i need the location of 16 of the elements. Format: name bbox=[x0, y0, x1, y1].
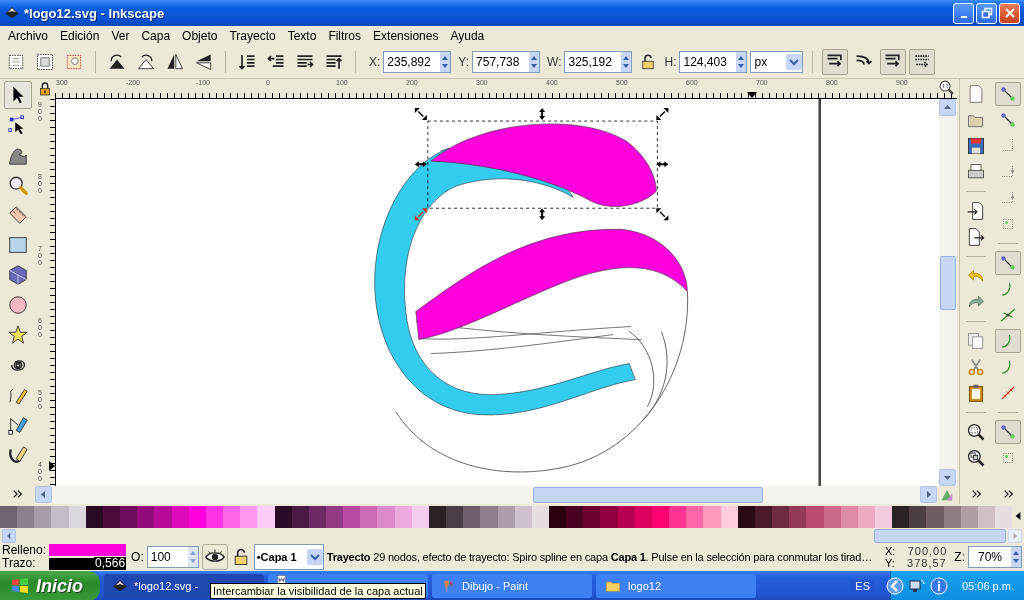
field-label: H: bbox=[664, 55, 677, 69]
window-title: *logo12.svg - Inkscape bbox=[24, 5, 165, 21]
tooltip: Intercambiar la visibilidad de la capa actual bbox=[210, 583, 426, 599]
status-message: Trayecto 29 nodos, efecto de trayecto: Spiro spline en capa Capa 1. Pulse en la selección para conmutar los tirad… bbox=[326, 551, 873, 563]
stroke-width: 0,566 bbox=[94, 557, 127, 570]
field-label: Y: bbox=[458, 55, 470, 69]
y-coordinate: 378,57 bbox=[906, 557, 947, 569]
fill-label: Relleno: bbox=[2, 544, 47, 557]
y-label: Y: bbox=[884, 557, 895, 569]
x-coordinate: 700,00 bbox=[906, 545, 948, 557]
field-label: W: bbox=[547, 55, 562, 69]
zoom-label: Z: bbox=[954, 550, 965, 564]
stroke-label: Trazo: bbox=[2, 557, 37, 570]
opacity-label: O: bbox=[131, 550, 144, 564]
field-label: X: bbox=[369, 55, 381, 69]
x-label: X: bbox=[884, 545, 896, 557]
